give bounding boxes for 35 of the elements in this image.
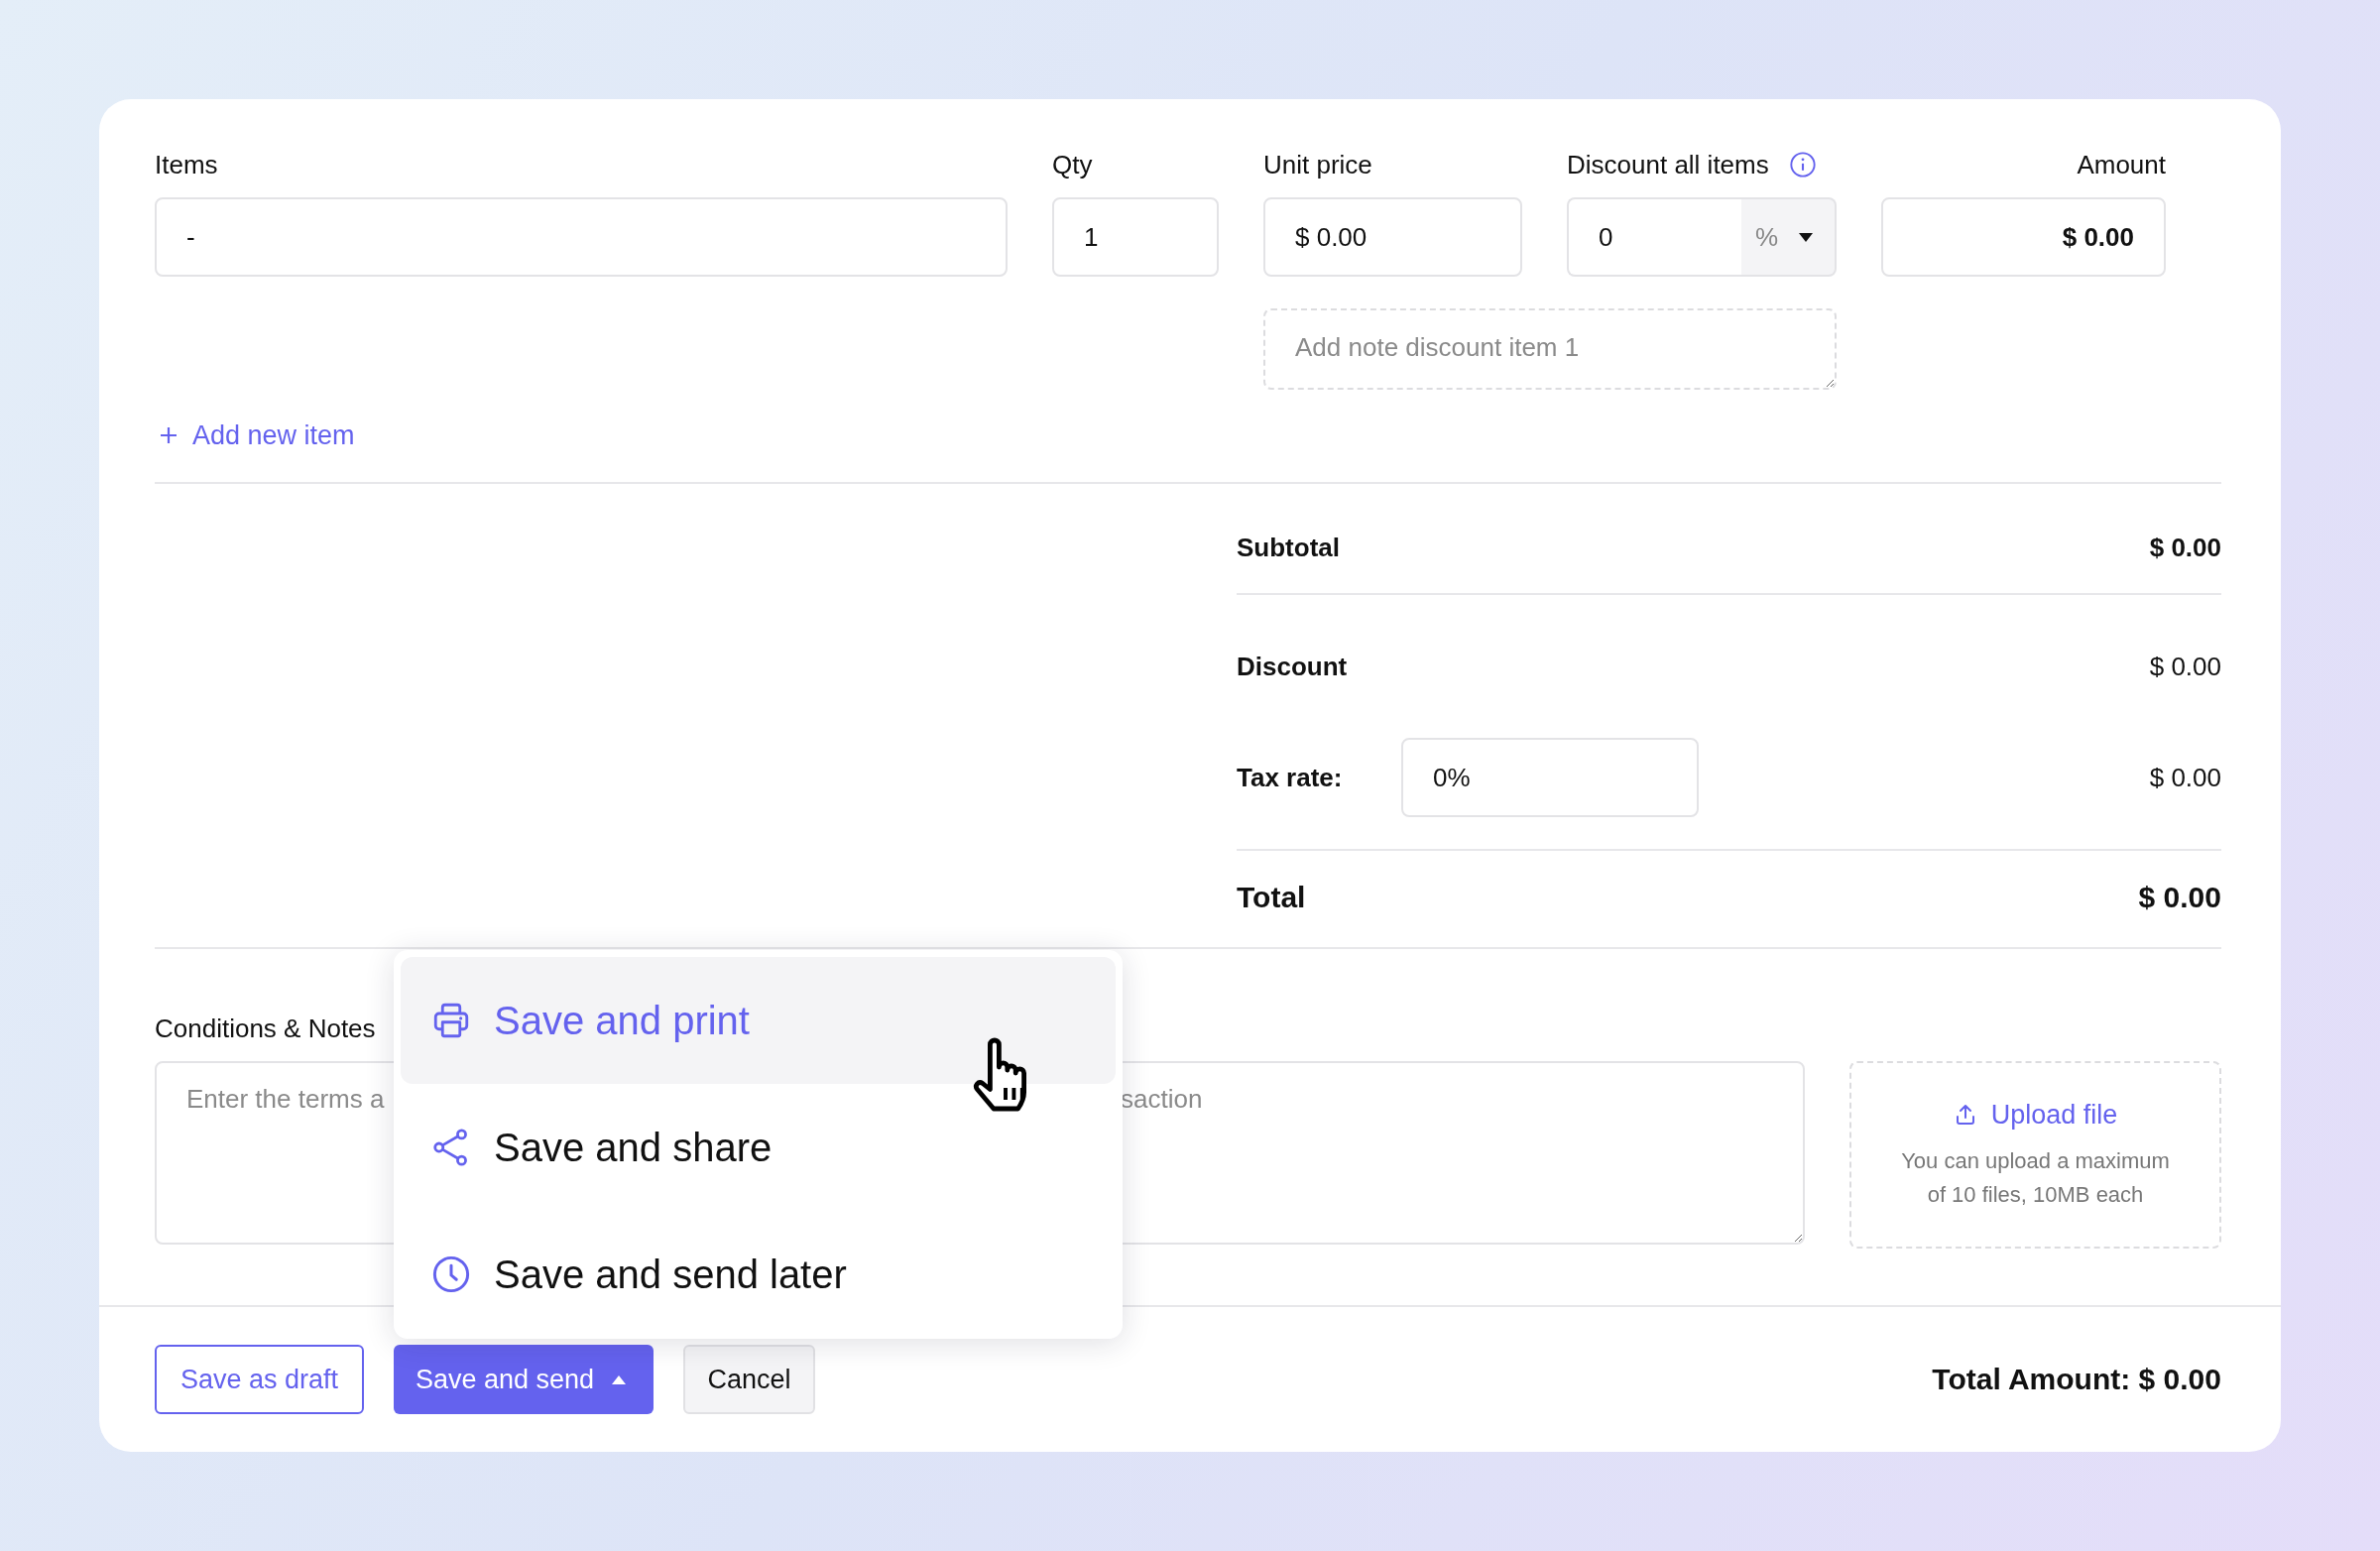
column-label: Unit price: [1263, 149, 1372, 180]
column-label: Qty: [1052, 149, 1093, 180]
menu-item[interactable]: Save and send later: [401, 1211, 1116, 1338]
save-and-send-button[interactable]: Save and send: [394, 1345, 654, 1414]
menu-item[interactable]: Save and share: [401, 1084, 1116, 1211]
notes-label: Conditions & Notes: [155, 1013, 376, 1044]
column-label: Items: [155, 149, 218, 180]
tax-value: $ 0.00: [2149, 762, 2221, 793]
column-label: Discount all items: [1567, 149, 1769, 180]
save-draft-button[interactable]: Save as draft: [155, 1345, 364, 1414]
tax-rate-label: Tax rate:: [1237, 762, 1344, 793]
discount-value: $ 0.00: [2149, 651, 2221, 682]
discount-note-field[interactable]: Add note discount item 1: [1263, 308, 1837, 390]
item-name-field[interactable]: -: [155, 197, 1008, 277]
subtotal-label: Subtotal: [1237, 532, 1340, 563]
cancel-button[interactable]: Cancel: [683, 1345, 815, 1414]
upload-file-link[interactable]: Upload file: [1953, 1098, 2118, 1131]
upload-hint: You can upload a maximum of 10 files, 10MB each: [1900, 1146, 2171, 1209]
caret-icon: [612, 1374, 627, 1384]
discount-label: Discount: [1237, 651, 1348, 682]
total-label: Total: [1237, 880, 1306, 915]
subtotal-value: $ 0.00: [2149, 532, 2221, 563]
amount-field[interactable]: $ 0.00: [1881, 197, 2166, 277]
info-icon[interactable]: [1788, 151, 1817, 179]
unit-price-field[interactable]: $ 0.00: [1263, 197, 1522, 277]
quantity-field[interactable]: 1: [1052, 197, 1219, 277]
column-label: Amount: [2077, 149, 2166, 180]
add-item-link[interactable]: Add new item: [159, 419, 355, 451]
total-amount: Total Amount: $ 0.00: [1932, 1363, 2221, 1396]
menu-item[interactable]: Save and print: [401, 957, 1116, 1084]
tax-rate-field[interactable]: 0%: [1401, 738, 1699, 817]
clock-icon: [430, 1253, 472, 1295]
upload-dropzone[interactable]: Upload file You can upload a maximum of 10 files, 10MB each: [1849, 1061, 2221, 1249]
total-value: $ 0.00: [2138, 880, 2221, 915]
plus-icon: [159, 425, 178, 445]
